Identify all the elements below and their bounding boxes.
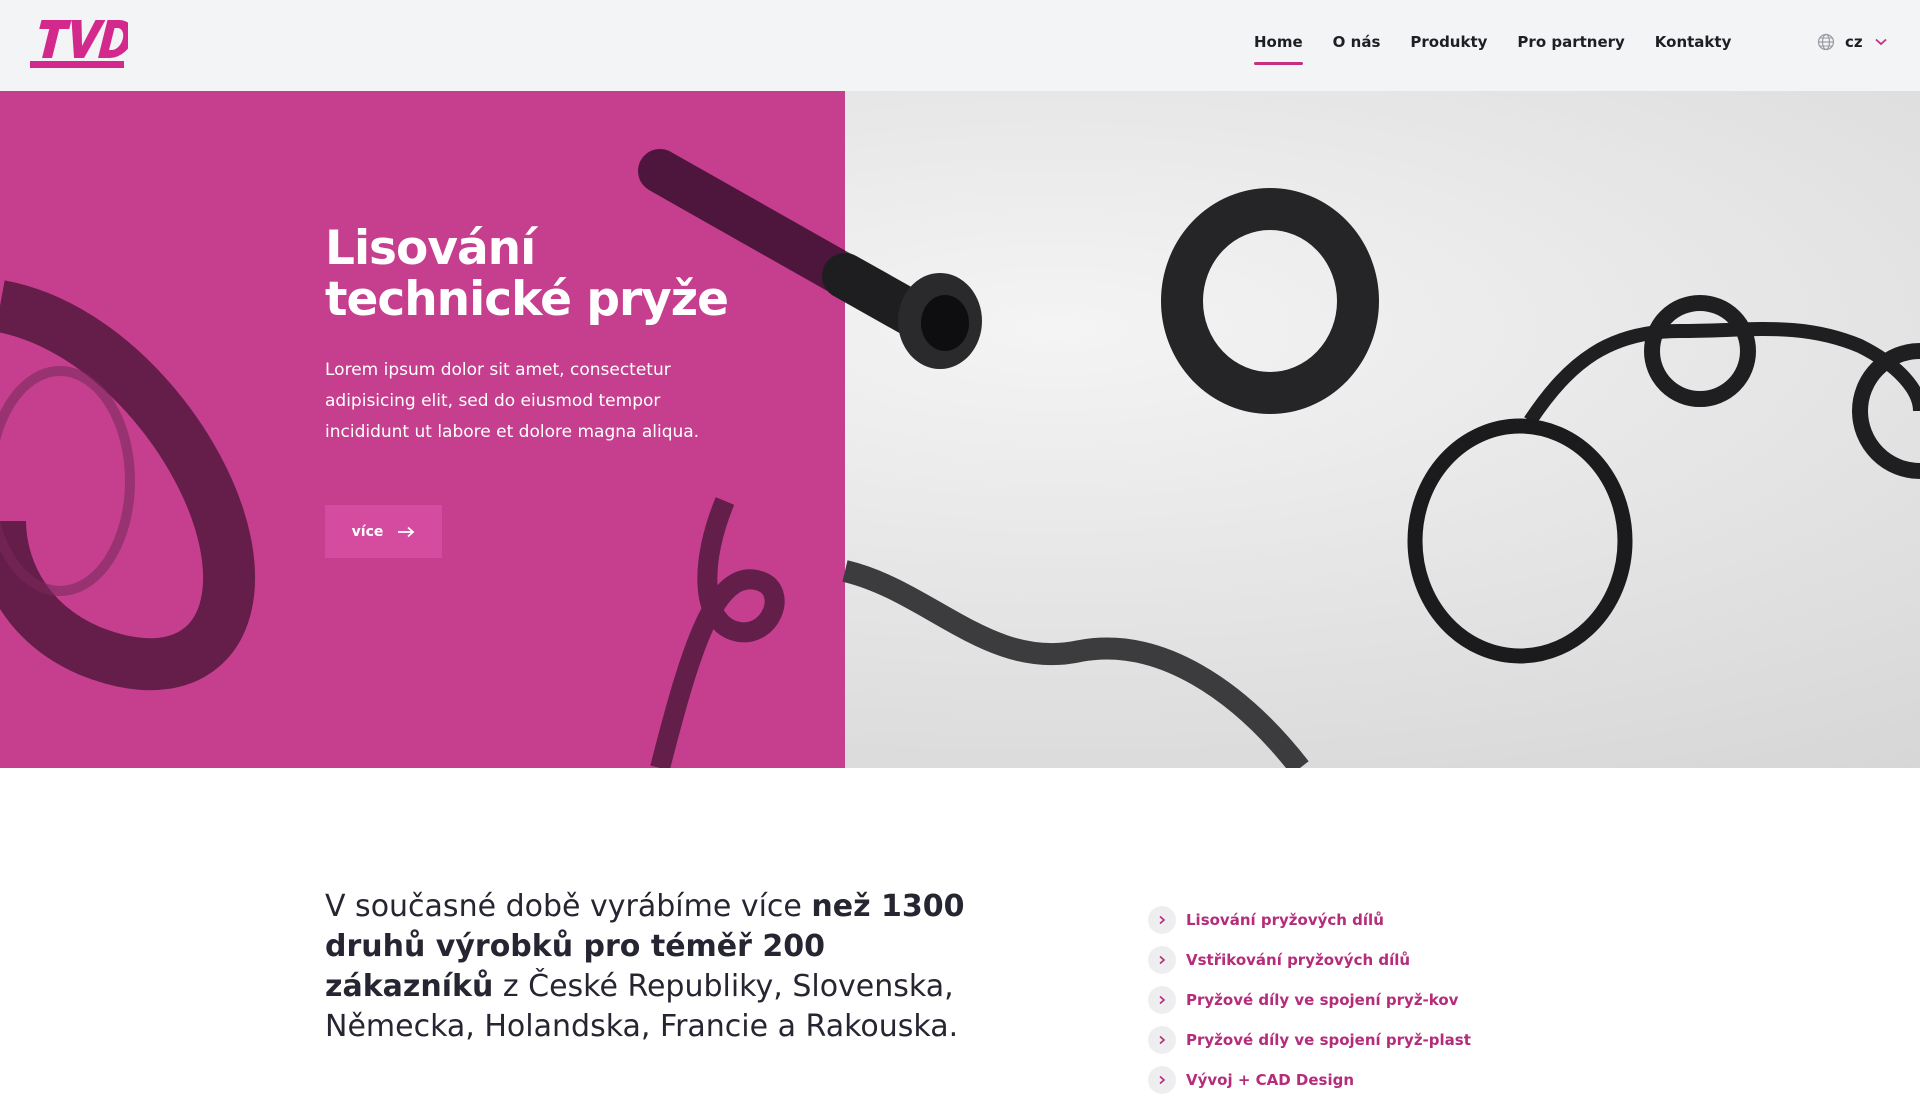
service-label: Vývoj + CAD Design: [1186, 1071, 1355, 1089]
service-label: Pryžové díly ve spojení pryž-kov: [1186, 991, 1459, 1009]
arrow-right-icon: [398, 526, 415, 537]
hero-title: Lisování technické pryže: [325, 223, 745, 325]
chevron-right-icon: [1148, 906, 1176, 934]
service-label: Vstřikování pryžových dílů: [1186, 951, 1411, 969]
hero-title-line-2: technické pryže: [325, 272, 729, 327]
intro-statement: V současné době vyrábíme více než 1300 d…: [325, 887, 965, 1047]
site-header: Home O nás Produkty Pro partnery Kontakt…: [0, 0, 1920, 91]
chevron-right-icon: [1148, 986, 1176, 1014]
service-link-lisovani[interactable]: Lisování pryžových dílů: [1148, 900, 1471, 940]
tvd-logo[interactable]: [28, 18, 128, 72]
hero-banner: Lisování technické pryže Lorem ipsum dol…: [0, 91, 1920, 768]
chevron-right-icon: [1148, 1026, 1176, 1054]
hero-description: Lorem ipsum dolor sit amet, consectetur …: [325, 360, 700, 442]
language-switcher[interactable]: cz: [1817, 33, 1887, 51]
service-label: Lisování pryžových dílů: [1186, 911, 1384, 929]
main-nav: Home O nás Produkty Pro partnery Kontakt…: [1254, 33, 1761, 65]
globe-icon: [1817, 33, 1835, 51]
hero-product-photo: [0, 91, 1920, 768]
chevron-right-icon: [1148, 946, 1176, 974]
language-label: cz: [1845, 33, 1863, 51]
nav-o-nas[interactable]: O nás: [1333, 33, 1381, 59]
hero-title-line-1: Lisování: [325, 221, 536, 276]
nav-pro-partnery[interactable]: Pro partnery: [1517, 33, 1624, 59]
nav-home[interactable]: Home: [1254, 33, 1303, 65]
hero-more-button[interactable]: více: [325, 505, 442, 558]
service-link-pryz-plast[interactable]: Pryžové díly ve spojení pryž-plast: [1148, 1020, 1471, 1060]
service-link-pryz-kov[interactable]: Pryžové díly ve spojení pryž-kov: [1148, 980, 1471, 1020]
service-link-vyvoj-cad[interactable]: Vývoj + CAD Design: [1148, 1060, 1471, 1100]
service-link-vstrikovani[interactable]: Vstřikování pryžových dílů: [1148, 940, 1471, 980]
nav-produkty[interactable]: Produkty: [1410, 33, 1487, 59]
nav-kontakty[interactable]: Kontakty: [1655, 33, 1732, 59]
hero-text-block: Lisování technické pryže Lorem ipsum dol…: [325, 223, 745, 448]
hero-more-button-label: více: [351, 523, 384, 540]
services-list: Lisování pryžových dílů Vstřikování pryž…: [1148, 900, 1471, 1100]
intro-text-part-1: V současné době vyrábíme více: [325, 889, 812, 924]
chevron-right-icon: [1148, 1066, 1176, 1094]
service-label: Pryžové díly ve spojení pryž-plast: [1186, 1031, 1471, 1049]
chevron-down-icon: [1875, 38, 1887, 46]
